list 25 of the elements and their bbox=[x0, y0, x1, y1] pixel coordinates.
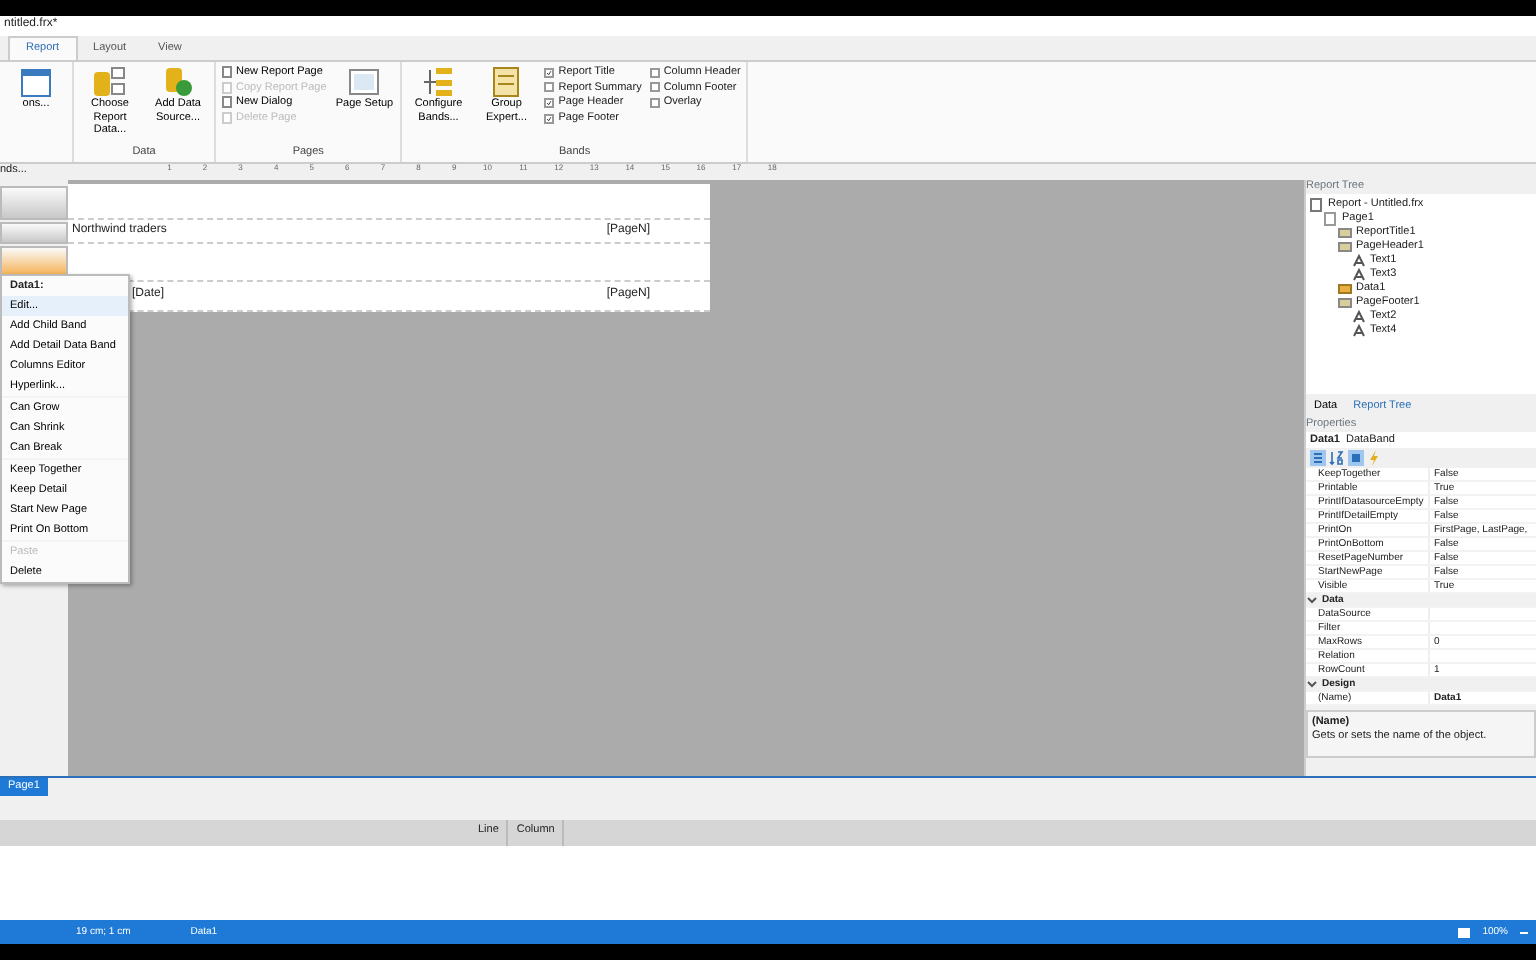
categorized-icon bbox=[1310, 450, 1326, 467]
sort-icon bbox=[1328, 450, 1345, 467]
checkbox[interactable] bbox=[649, 97, 660, 108]
checkbox[interactable] bbox=[544, 82, 555, 93]
band-header[interactable] bbox=[0, 222, 68, 244]
page-icon bbox=[1324, 211, 1338, 226]
chevron-icon bbox=[1306, 596, 1318, 605]
database-icon bbox=[92, 66, 128, 98]
band-icon bbox=[1338, 295, 1352, 310]
band-header[interactable] bbox=[0, 186, 68, 220]
bands-icon bbox=[420, 66, 457, 98]
checkbox[interactable] bbox=[649, 67, 660, 78]
database-add-icon bbox=[162, 66, 194, 98]
properties-icon bbox=[1347, 450, 1364, 467]
checkbox[interactable] bbox=[544, 97, 555, 108]
view-icon bbox=[1458, 927, 1471, 937]
chevron-icon bbox=[1306, 680, 1318, 689]
checkbox[interactable] bbox=[544, 67, 555, 78]
checkbox[interactable] bbox=[544, 113, 555, 124]
minus-icon bbox=[1520, 931, 1528, 933]
page-icon bbox=[348, 66, 381, 98]
group-icon bbox=[490, 66, 523, 98]
data-icon bbox=[1338, 281, 1352, 296]
calendar-icon bbox=[20, 66, 52, 98]
checkbox[interactable] bbox=[649, 82, 660, 93]
